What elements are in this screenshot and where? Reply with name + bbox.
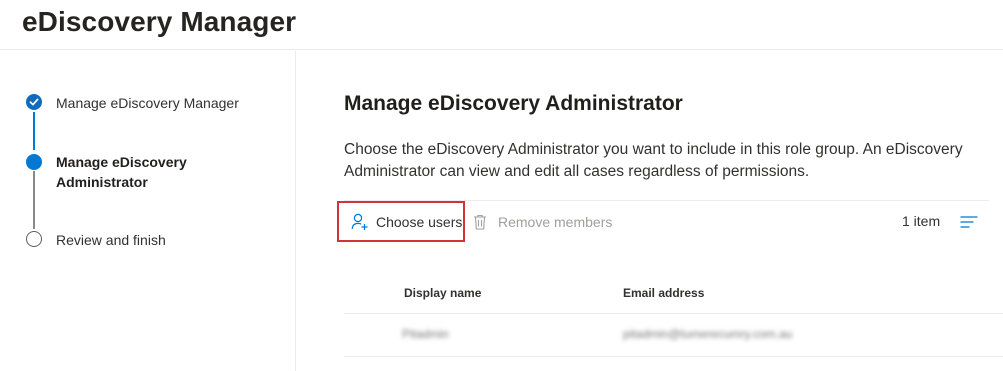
wizard-steps-sidebar: Manage eDiscovery Manager Manage eDiscov… — [0, 51, 296, 371]
wizard-step-label: Review and finish — [56, 232, 166, 248]
current-step-icon — [26, 154, 42, 170]
trash-icon — [474, 214, 486, 230]
page-description: Choose the eDiscovery Administrator you … — [344, 141, 963, 180]
main-panel: Manage eDiscovery Administrator Choose t… — [296, 51, 1003, 371]
app-title: eDiscovery Manager — [22, 6, 297, 37]
cell-display-name: Pitadmin — [402, 327, 449, 341]
column-header-email[interactable]: Email address — [623, 286, 704, 300]
choose-users-label: Choose users — [376, 214, 463, 230]
wizard-step-label: Manage eDiscovery Manager — [56, 95, 239, 111]
cell-email-address: pitadmin@tumerecumry.com.au — [623, 327, 793, 341]
step-connector — [33, 171, 35, 229]
app-header: eDiscovery Manager — [0, 0, 1003, 50]
remove-members-button[interactable]: Remove members — [472, 211, 622, 233]
add-person-icon — [351, 213, 368, 230]
pending-step-icon — [26, 231, 42, 247]
item-count: 1 item — [902, 213, 941, 229]
filter-lines-icon[interactable] — [960, 215, 978, 229]
page-title: Manage eDiscovery Administrator — [344, 92, 683, 115]
table-header-divider — [344, 313, 1003, 314]
wizard-step-label: Manage eDiscovery Administrator — [56, 154, 187, 190]
choose-users-button[interactable]: Choose users — [337, 201, 465, 242]
table-row-divider — [344, 356, 1003, 357]
column-header-display-name[interactable]: Display name — [404, 286, 481, 300]
checkmark-icon — [26, 94, 42, 110]
remove-members-label: Remove members — [498, 214, 613, 230]
step-connector — [33, 112, 35, 150]
